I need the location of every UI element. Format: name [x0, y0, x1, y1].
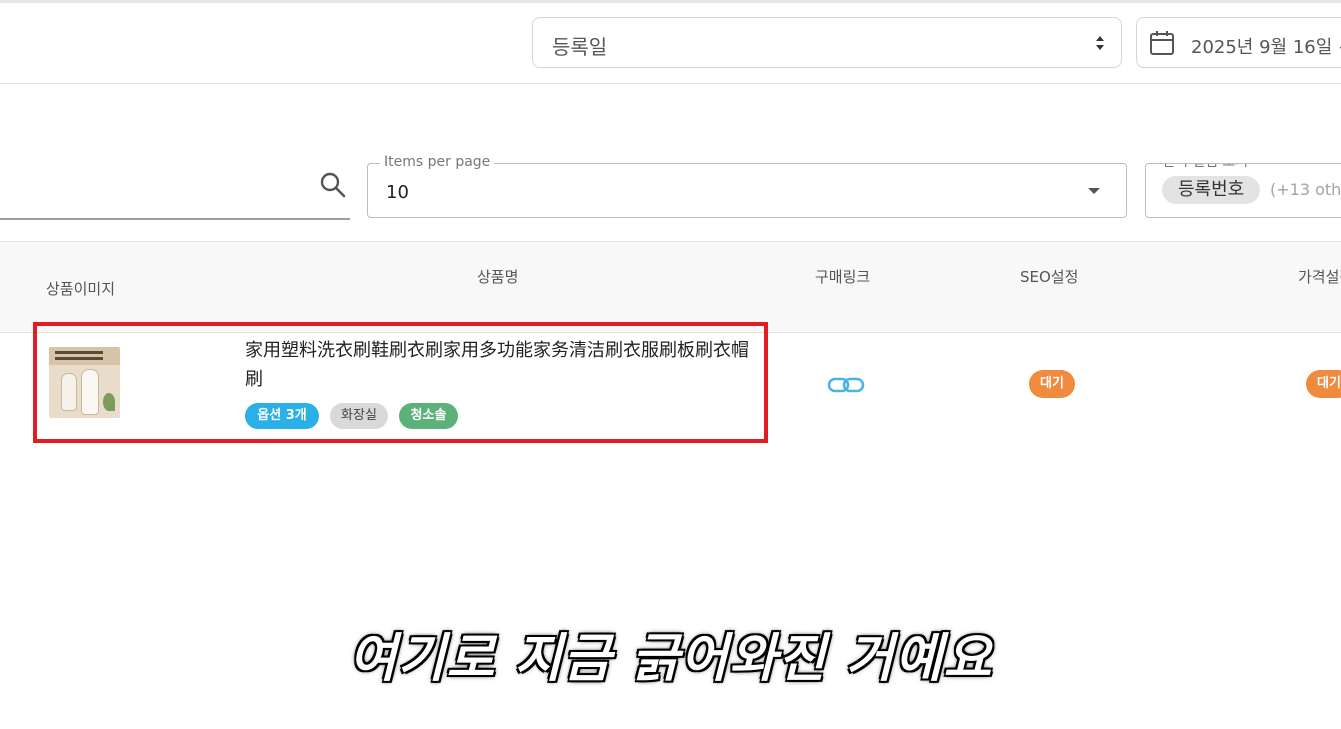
column-select-label: 선택 컬럼 보기: [1158, 164, 1253, 171]
column-more-count: (+13 others): [1270, 180, 1341, 199]
header-link: 구매링크: [815, 268, 871, 286]
header-image: 상품이미지: [46, 280, 116, 298]
header-price: 가격설정: [1298, 268, 1341, 286]
sort-select-value: 등록일: [552, 35, 608, 59]
header-name[interactable]: 상품명: [477, 266, 518, 287]
price-status-badge[interactable]: 대기: [1306, 370, 1341, 398]
chevron-down-icon: [1088, 188, 1100, 194]
link-icon[interactable]: [827, 376, 865, 394]
highlight-box: [33, 322, 768, 443]
items-per-page-value: 10: [386, 182, 409, 203]
column-chip[interactable]: 등록번호: [1162, 176, 1261, 204]
video-subtitle: 여기로 지금 긁어와진 거예요: [348, 629, 993, 689]
search-icon[interactable]: [319, 171, 347, 199]
date-range-value: 2025년 9월 16일 ~: [1191, 37, 1341, 58]
calendar-icon: [1150, 31, 1174, 55]
filter-divider: [0, 83, 1341, 84]
column-select[interactable]: 선택 컬럼 보기 등록번호 (+13 others): [1145, 163, 1341, 218]
header-seo: SEO설정: [1020, 268, 1079, 286]
sort-select[interactable]: 등록일: [532, 17, 1122, 68]
table-header: 상품이미지 상품명 구매링크 SEO설정 가격설정: [0, 241, 1341, 333]
items-per-page-select[interactable]: Items per page 10: [367, 153, 1127, 218]
top-border: [0, 0, 1341, 3]
items-per-page-label: Items per page: [380, 153, 495, 171]
sort-arrows-icon: [1096, 36, 1104, 50]
search-input[interactable]: [0, 218, 350, 220]
seo-status-badge[interactable]: 대기: [1029, 370, 1075, 398]
date-range-picker[interactable]: 2025년 9월 16일 ~: [1136, 17, 1341, 68]
